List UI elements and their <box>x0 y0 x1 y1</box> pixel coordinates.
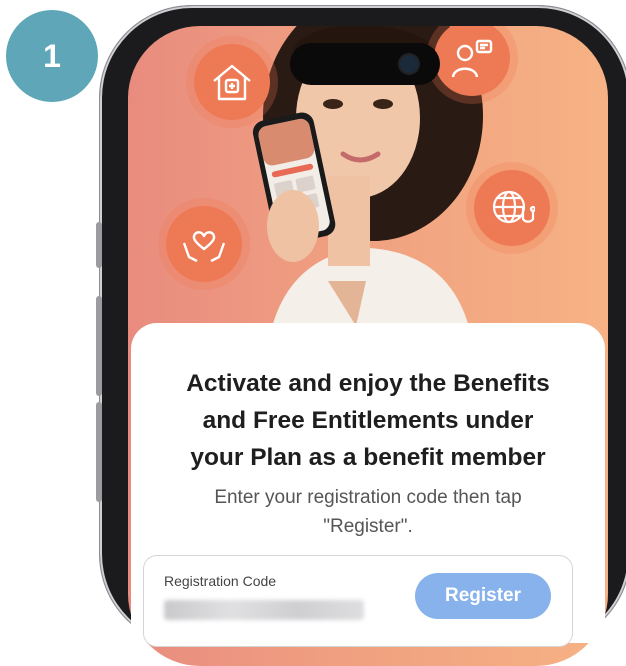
global-health-icon <box>474 170 550 246</box>
register-button[interactable]: Register <box>415 573 551 619</box>
side-button <box>96 402 102 502</box>
heart-hands-icon <box>166 206 242 282</box>
registration-code-value[interactable] <box>164 600 364 620</box>
camera-icon <box>400 55 418 73</box>
registration-code-label: Registration Code <box>164 573 277 589</box>
side-button <box>96 296 102 396</box>
home-care-icon <box>194 44 270 120</box>
card-subtitle: Enter your registration code then tap "R… <box>214 487 522 537</box>
step-number-badge: 1 <box>6 10 98 102</box>
card-title: Activate and enjoy the Benefits and Free… <box>186 370 550 471</box>
side-button <box>96 222 102 268</box>
registration-card: Activate and enjoy the Benefits and Free… <box>131 323 605 647</box>
